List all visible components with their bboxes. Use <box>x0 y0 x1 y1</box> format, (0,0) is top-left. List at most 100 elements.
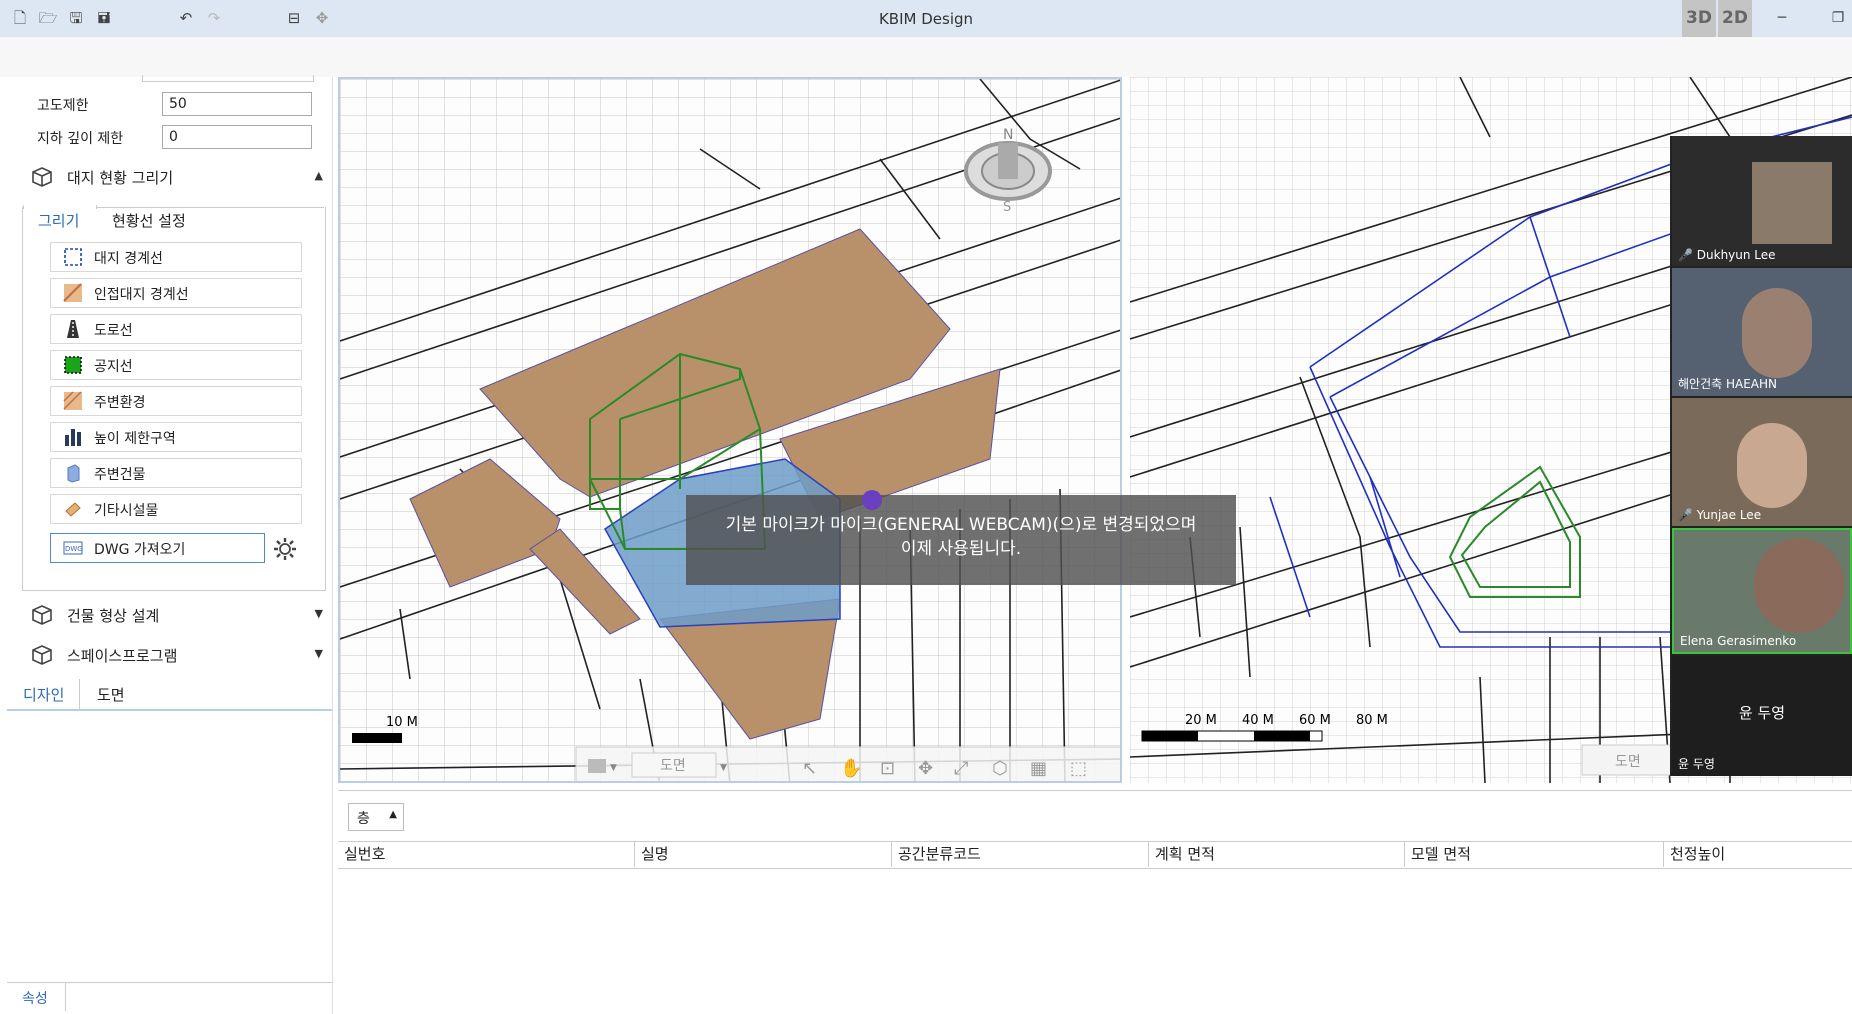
color-swatch-icon[interactable] <box>588 759 606 773</box>
collapsed-field <box>142 75 314 82</box>
avatar <box>1742 288 1812 378</box>
collapse-up-icon[interactable]: ▲ <box>315 169 323 182</box>
avatar <box>1754 538 1844 633</box>
sheet-select-label: 도면 <box>1615 754 1641 770</box>
tab-status-line-settings[interactable]: 현황선 설정 <box>112 210 186 231</box>
scale-label-60: 60 M <box>1299 713 1331 728</box>
tool-building[interactable]: 주변건물 <box>50 458 302 488</box>
floor-select[interactable]: 층 ▲ <box>348 803 404 831</box>
scale-label-20: 20 M <box>1185 713 1217 728</box>
svg-text:N: N <box>1003 127 1013 143</box>
participant-tile[interactable]: 해안건축 HAEAHN <box>1672 268 1852 396</box>
depth-limit-label: 지하 깊이 제한 <box>37 131 124 147</box>
tab-drawing[interactable]: 도면 <box>97 684 125 705</box>
column-room-name[interactable]: 실명 <box>634 841 891 867</box>
tool-height-zone[interactable]: 높이 제한구역 <box>50 422 302 452</box>
participant-name: Elena Gerasimenko <box>1680 634 1797 648</box>
scale-label-40: 40 M <box>1242 713 1274 728</box>
viewport-3d[interactable]: N S 10 M ▼ 도면 ▼ ↖ ✋ ⊡ ✥ ⤢ ⬡ ▦ ⬚ <box>338 77 1122 783</box>
mic-muted-icon: 🎤 <box>1678 248 1693 262</box>
cube-icon <box>32 167 52 187</box>
restore-button[interactable]: ❐ <box>1826 6 1850 30</box>
scale-bar <box>352 733 402 743</box>
app-title: KBIM Design <box>878 10 974 28</box>
facility-icon <box>65 502 81 517</box>
column-model-area[interactable]: 모델 면적 <box>1404 841 1661 867</box>
space-program-header[interactable]: 스페이스프로그램 ▼ <box>25 641 335 671</box>
sheet-select-label: 도면 <box>660 758 686 774</box>
view-cube-icon[interactable]: ⬡ <box>992 758 1008 779</box>
environment-icon <box>63 391 82 410</box>
grid-icon[interactable]: ▦ <box>1030 758 1047 779</box>
dwg-file-icon: DWG <box>63 541 83 555</box>
tool-environment[interactable]: 주변환경 <box>50 386 302 416</box>
svg-text:S: S <box>1003 200 1011 215</box>
box-view-icon[interactable]: ⬚ <box>1070 758 1087 779</box>
svg-text:DWG: DWG <box>65 545 83 553</box>
tool-open-space[interactable]: 공지선 <box>50 350 302 380</box>
scale-bar <box>1141 730 1323 742</box>
tool-road[interactable]: 도로선 <box>50 314 302 344</box>
site-drawing-header[interactable]: 대지 현황 그리기 ▲ <box>25 163 335 193</box>
minimize-button[interactable]: ─ <box>1770 6 1794 30</box>
video-call-strip: 🎤 Dukhyun Lee 해안건축 HAEAHN 🎤 Yunjae Lee E… <box>1670 136 1852 776</box>
zoom-extents-icon[interactable]: ⤢ <box>954 758 969 779</box>
tool-site-boundary[interactable]: 대지 경계선 <box>50 242 302 272</box>
site-map-3d[interactable]: N S 10 M ▼ 도면 ▼ ↖ ✋ ⊡ ✥ ⤢ ⬡ ▦ ⬚ <box>340 79 1122 783</box>
tool-facility[interactable]: 기타시설물 <box>50 494 302 524</box>
tool-adjacent-site[interactable]: 인접대지 경계선 <box>50 278 302 308</box>
participant-name: 윤 두영 <box>1678 757 1715 771</box>
column-planned-area[interactable]: 계획 면적 <box>1148 841 1405 867</box>
adjacent-site-icon <box>63 283 82 302</box>
room-table-panel: 층 ▲ 실번호 실명 공간분류코드 계획 면적 모델 면적 천정높이 <box>338 790 1852 1014</box>
title-bar: 🗋 🗁 🖫 🖬 ↶ ↷ ⊟ ✥ KBIM Design 3D 2D ─ ❐ <box>0 0 1852 37</box>
cube-icon <box>32 645 52 665</box>
depth-limit-input[interactable]: 0 <box>162 125 312 149</box>
building-design-header[interactable]: 건물 형상 설계 ▼ <box>25 601 335 631</box>
pointer-icon[interactable]: ↖ <box>802 758 817 779</box>
svg-text:▼: ▼ <box>610 763 617 773</box>
column-ceiling-height[interactable]: 천정높이 <box>1663 841 1850 867</box>
height-limit-input[interactable]: 50 <box>162 92 312 116</box>
dwg-import-button[interactable]: DWG DWG 가져오기 <box>50 533 265 563</box>
mic-muted-icon: 🎤 <box>1678 508 1693 522</box>
gear-icon[interactable] <box>272 536 298 562</box>
zoom-window-icon[interactable]: ⊡ <box>880 758 895 779</box>
tab-properties[interactable]: 속성 <box>22 988 48 1008</box>
site-drawing-title: 대지 현황 그리기 <box>67 169 174 187</box>
height-zone-icon <box>65 429 81 446</box>
road-icon <box>67 320 79 338</box>
expand-down-icon[interactable]: ▼ <box>315 647 323 660</box>
orbit-icon[interactable]: ✥ <box>918 758 933 779</box>
dropdown-up-icon: ▲ <box>389 809 397 820</box>
ribbon <box>0 37 1852 77</box>
cursor-dot <box>862 490 882 510</box>
mode-3d-button[interactable]: 3D <box>1682 0 1716 37</box>
scale-label-80: 80 M <box>1356 713 1388 728</box>
scale-label: 10 M <box>386 715 418 730</box>
expand-down-icon[interactable]: ▼ <box>315 607 323 620</box>
participant-tile[interactable]: 윤 두영 윤 두영 <box>1672 656 1852 776</box>
mode-2d-button[interactable]: 2D <box>1718 0 1752 37</box>
left-panel: 고도제한 50 지하 깊이 제한 0 대지 현황 그리기 ▲ 그리기 현황선 설… <box>7 75 335 1014</box>
participant-tile-active[interactable]: Elena Gerasimenko <box>1672 528 1852 654</box>
tab-draw[interactable]: 그리기 <box>38 210 79 231</box>
open-space-icon <box>64 356 82 374</box>
tab-active-bg <box>23 205 97 209</box>
mic-changed-toast: 기본 마이크가 마이크(GENERAL WEBCAM)(으)로 변경되었으며 이… <box>686 495 1236 585</box>
participant-name: Dukhyun Lee <box>1696 248 1776 262</box>
participant-center-name: 윤 두영 <box>1738 704 1786 722</box>
column-space-code[interactable]: 공간분류코드 <box>891 841 1148 867</box>
viewport-toolbar: ▼ 도면 ▼ ↖ ✋ ⊡ ✥ ⤢ ⬡ ▦ ⬚ <box>575 746 1120 781</box>
tab-design[interactable]: 디자인 <box>23 684 64 705</box>
participant-name: Yunjae Lee <box>1696 508 1762 522</box>
column-room-number[interactable]: 실번호 <box>338 841 634 867</box>
pan-hand-icon[interactable]: ✋ <box>840 757 862 779</box>
toast-line-1: 기본 마이크가 마이크(GENERAL WEBCAM)(으)로 변경되었으며 <box>725 515 1197 535</box>
participant-tile[interactable]: 🎤 Dukhyun Lee <box>1672 136 1852 266</box>
svg-text:▼: ▼ <box>720 763 727 773</box>
site-boundary-icon <box>64 248 82 266</box>
building-icon <box>67 464 80 483</box>
avatar <box>1737 423 1807 508</box>
participant-tile[interactable]: 🎤 Yunjae Lee <box>1672 398 1852 526</box>
